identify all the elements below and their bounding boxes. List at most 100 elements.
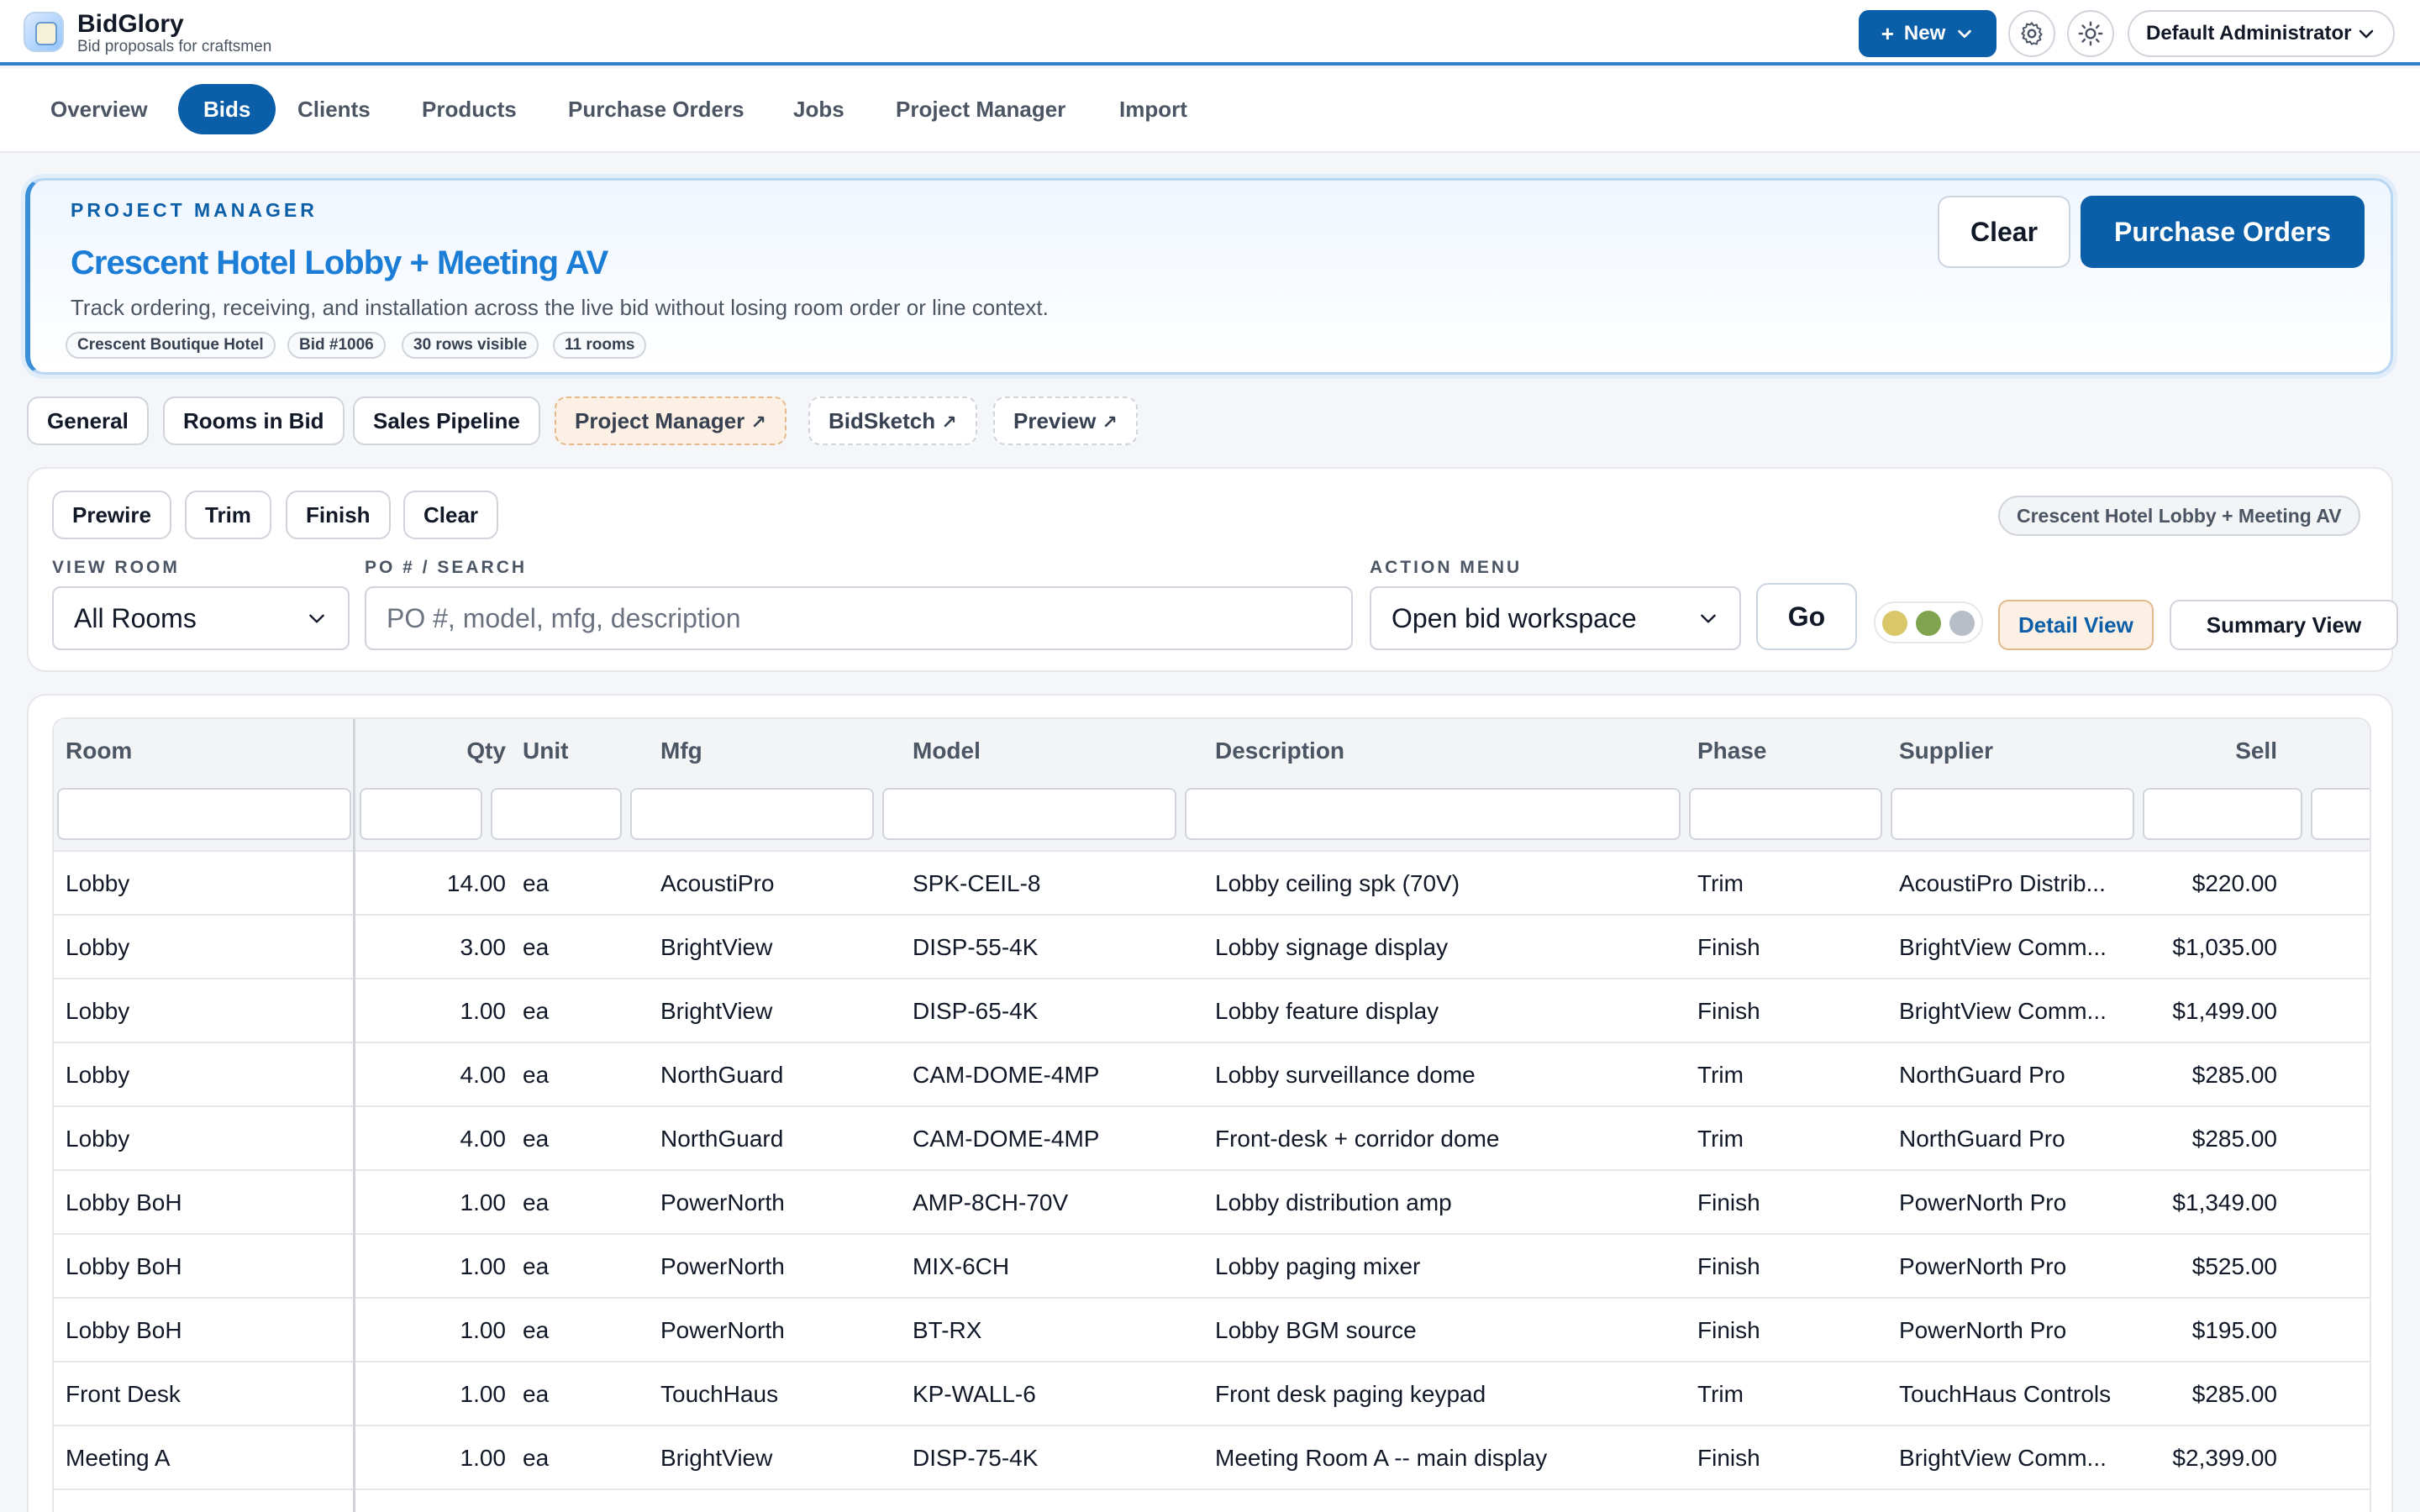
cell-room: Front Desk	[66, 1381, 181, 1407]
filter-phase-input[interactable]	[1689, 788, 1882, 840]
go-button[interactable]: Go	[1756, 583, 1857, 650]
cell-mfg: BrightView	[660, 934, 773, 960]
action-menu-select[interactable]: Open bid workspace	[1370, 586, 1741, 650]
cell-qty: 1.00	[373, 1490, 507, 1512]
tab-rooms-in-bid[interactable]: Rooms in Bid	[163, 396, 345, 445]
table-row[interactable]: Front Desk 1.00 ea TouchHaus KP-WALL-6 Front …	[54, 1362, 2370, 1426]
view-room-select[interactable]: All Rooms	[52, 586, 350, 650]
table-row[interactable]: Lobby BoH 1.00 ea PowerNorth MIX-6CH Lobby pa…	[54, 1235, 2370, 1299]
tab-bidsketch-label: BidSketch	[829, 408, 936, 433]
cell-description: Meeting Room A -- main display	[1215, 1445, 1548, 1471]
column-header-description[interactable]: Description	[1215, 738, 1344, 764]
table-row[interactable]: Meeting A 1.00 ea TouchHaus TOUCH-7 Meeting A…	[54, 1490, 2370, 1512]
tab-preview[interactable]: Preview ↗	[993, 396, 1138, 445]
cell-qty: 1.00	[460, 998, 507, 1024]
tab-bidsketch[interactable]: BidSketch ↗	[808, 396, 977, 445]
column-header-model[interactable]: Model	[913, 738, 981, 764]
nav-overview[interactable]: Overview	[25, 84, 173, 134]
purchase-orders-button[interactable]: Purchase Orders	[2081, 196, 2365, 268]
cell-supplier: BrightView Comm...	[1899, 1445, 2107, 1471]
cell-qty: 3.00	[460, 934, 507, 960]
cell-mfg: NorthGuard	[660, 1126, 784, 1152]
search-input[interactable]	[365, 586, 1353, 650]
column-header-mfg[interactable]: Mfg	[660, 738, 702, 764]
filter-room-input[interactable]	[57, 788, 351, 840]
cell-room: Lobby	[66, 1062, 130, 1088]
nav-clients[interactable]: Clients	[272, 84, 396, 134]
nav-bids[interactable]: Bids	[178, 84, 276, 134]
cell-unit: ea	[523, 1189, 550, 1215]
table-row[interactable]: Meeting A 1.00 ea BrightView DISP-75-4K Meeti…	[54, 1426, 2370, 1490]
column-header-unit[interactable]: Unit	[523, 738, 568, 764]
new-button-label: New	[1903, 22, 1946, 45]
table-row[interactable]: Lobby 4.00 ea NorthGuard CAM-DOME-4MP Lobby s…	[54, 1043, 2370, 1107]
cell-mfg: AcoustiPro	[660, 870, 775, 896]
cell-supplier: PowerNorth Pro	[1899, 1317, 2067, 1343]
column-header-supplier[interactable]: Supplier	[1899, 738, 1993, 764]
nav-products[interactable]: Products	[397, 84, 542, 134]
cell-sell: $285.00	[2191, 1062, 2277, 1088]
filter-qty-input[interactable]	[360, 788, 482, 840]
nav-import[interactable]: Import	[1094, 84, 1213, 134]
filter-mfg-input[interactable]	[630, 788, 874, 840]
status-dot-gray	[1949, 611, 1975, 636]
phase-prewire-button[interactable]: Prewire	[52, 491, 171, 539]
phase-finish-button[interactable]: Finish	[286, 491, 391, 539]
cell-model: DISP-65-4K	[913, 998, 1039, 1024]
app-logo-icon	[24, 12, 64, 52]
cell-unit: ea	[523, 1445, 550, 1471]
table-row[interactable]: Lobby 14.00 ea AcoustiPro SPK-CEIL-8 Lobby ce…	[54, 852, 2370, 916]
column-header-qty[interactable]: Qty	[390, 738, 506, 764]
cell-description: Lobby ceiling spk (70V)	[1215, 870, 1460, 896]
table-row[interactable]: Lobby 1.00 ea BrightView DISP-65-4K Lobby fea…	[54, 979, 2370, 1043]
status-color-toggle[interactable]	[1874, 601, 1983, 643]
cell-room: Meeting A	[66, 1445, 171, 1471]
tab-general[interactable]: General	[27, 396, 149, 445]
tab-sales-pipeline[interactable]: Sales Pipeline	[353, 396, 540, 445]
external-link-icon: ↗	[750, 412, 766, 433]
cell-description: Lobby signage display	[1215, 934, 1449, 960]
theme-toggle-button[interactable]	[2067, 10, 2114, 57]
new-button[interactable]: + New	[1859, 10, 1996, 57]
status-dot-yellow	[1882, 611, 1907, 636]
cell-model: KP-WALL-6	[913, 1381, 1036, 1407]
cell-phase: Trim	[1697, 1062, 1744, 1088]
chevron-down-icon	[309, 614, 324, 623]
column-header-phase[interactable]: Phase	[1697, 738, 1767, 764]
nav-project-manager[interactable]: Project Manager	[871, 84, 1091, 134]
clear-button[interactable]: Clear	[1938, 196, 2070, 268]
detail-view-button[interactable]: Detail View	[1998, 600, 2154, 650]
table-row[interactable]: Lobby BoH 1.00 ea PowerNorth BT-RX Lobby BGM …	[54, 1299, 2370, 1362]
user-menu[interactable]: Default Administrator	[2128, 10, 2395, 57]
cell-sell: $285.00	[2191, 1126, 2277, 1152]
plus-icon: +	[1881, 20, 1894, 46]
nav-jobs[interactable]: Jobs	[768, 84, 870, 134]
cell-mfg: BrightView	[660, 1445, 773, 1471]
nav-purchase-orders[interactable]: Purchase Orders	[543, 84, 770, 134]
cell-qty: 4.00	[460, 1126, 507, 1152]
filter-sell-input[interactable]	[2143, 788, 2302, 840]
cell-room: Lobby BoH	[66, 1189, 182, 1215]
filter-model-input[interactable]	[882, 788, 1176, 840]
cell-room: Lobby	[66, 1126, 130, 1152]
settings-button[interactable]	[2008, 10, 2055, 57]
tab-project-manager[interactable]: Project Manager ↗	[555, 396, 786, 445]
filter-description-input[interactable]	[1185, 788, 1681, 840]
column-header-room[interactable]: Room	[66, 738, 132, 764]
cell-phase: Finish	[1697, 1445, 1760, 1471]
filter-next-input[interactable]	[2311, 788, 2370, 840]
cell-unit: ea	[523, 998, 550, 1024]
cell-model: CAM-DOME-4MP	[913, 1062, 1100, 1088]
phase-clear-button[interactable]: Clear	[403, 491, 499, 539]
chevron-down-icon	[1701, 614, 1716, 623]
cell-qty: 1.00	[460, 1253, 507, 1279]
table-row[interactable]: Lobby BoH 1.00 ea PowerNorth AMP-8CH-70V Lobb…	[54, 1171, 2370, 1235]
filter-supplier-input[interactable]	[1891, 788, 2134, 840]
table-row[interactable]: Lobby 4.00 ea NorthGuard CAM-DOME-4MP Front-d…	[54, 1107, 2370, 1171]
filter-unit-input[interactable]	[491, 788, 622, 840]
summary-view-button[interactable]: Summary View	[2170, 600, 2398, 650]
chevron-down-icon	[2359, 29, 2374, 39]
phase-trim-button[interactable]: Trim	[185, 491, 271, 539]
column-header-sell[interactable]: Sell	[2138, 738, 2277, 764]
table-row[interactable]: Lobby 3.00 ea BrightView DISP-55-4K Lobby sig…	[54, 916, 2370, 979]
